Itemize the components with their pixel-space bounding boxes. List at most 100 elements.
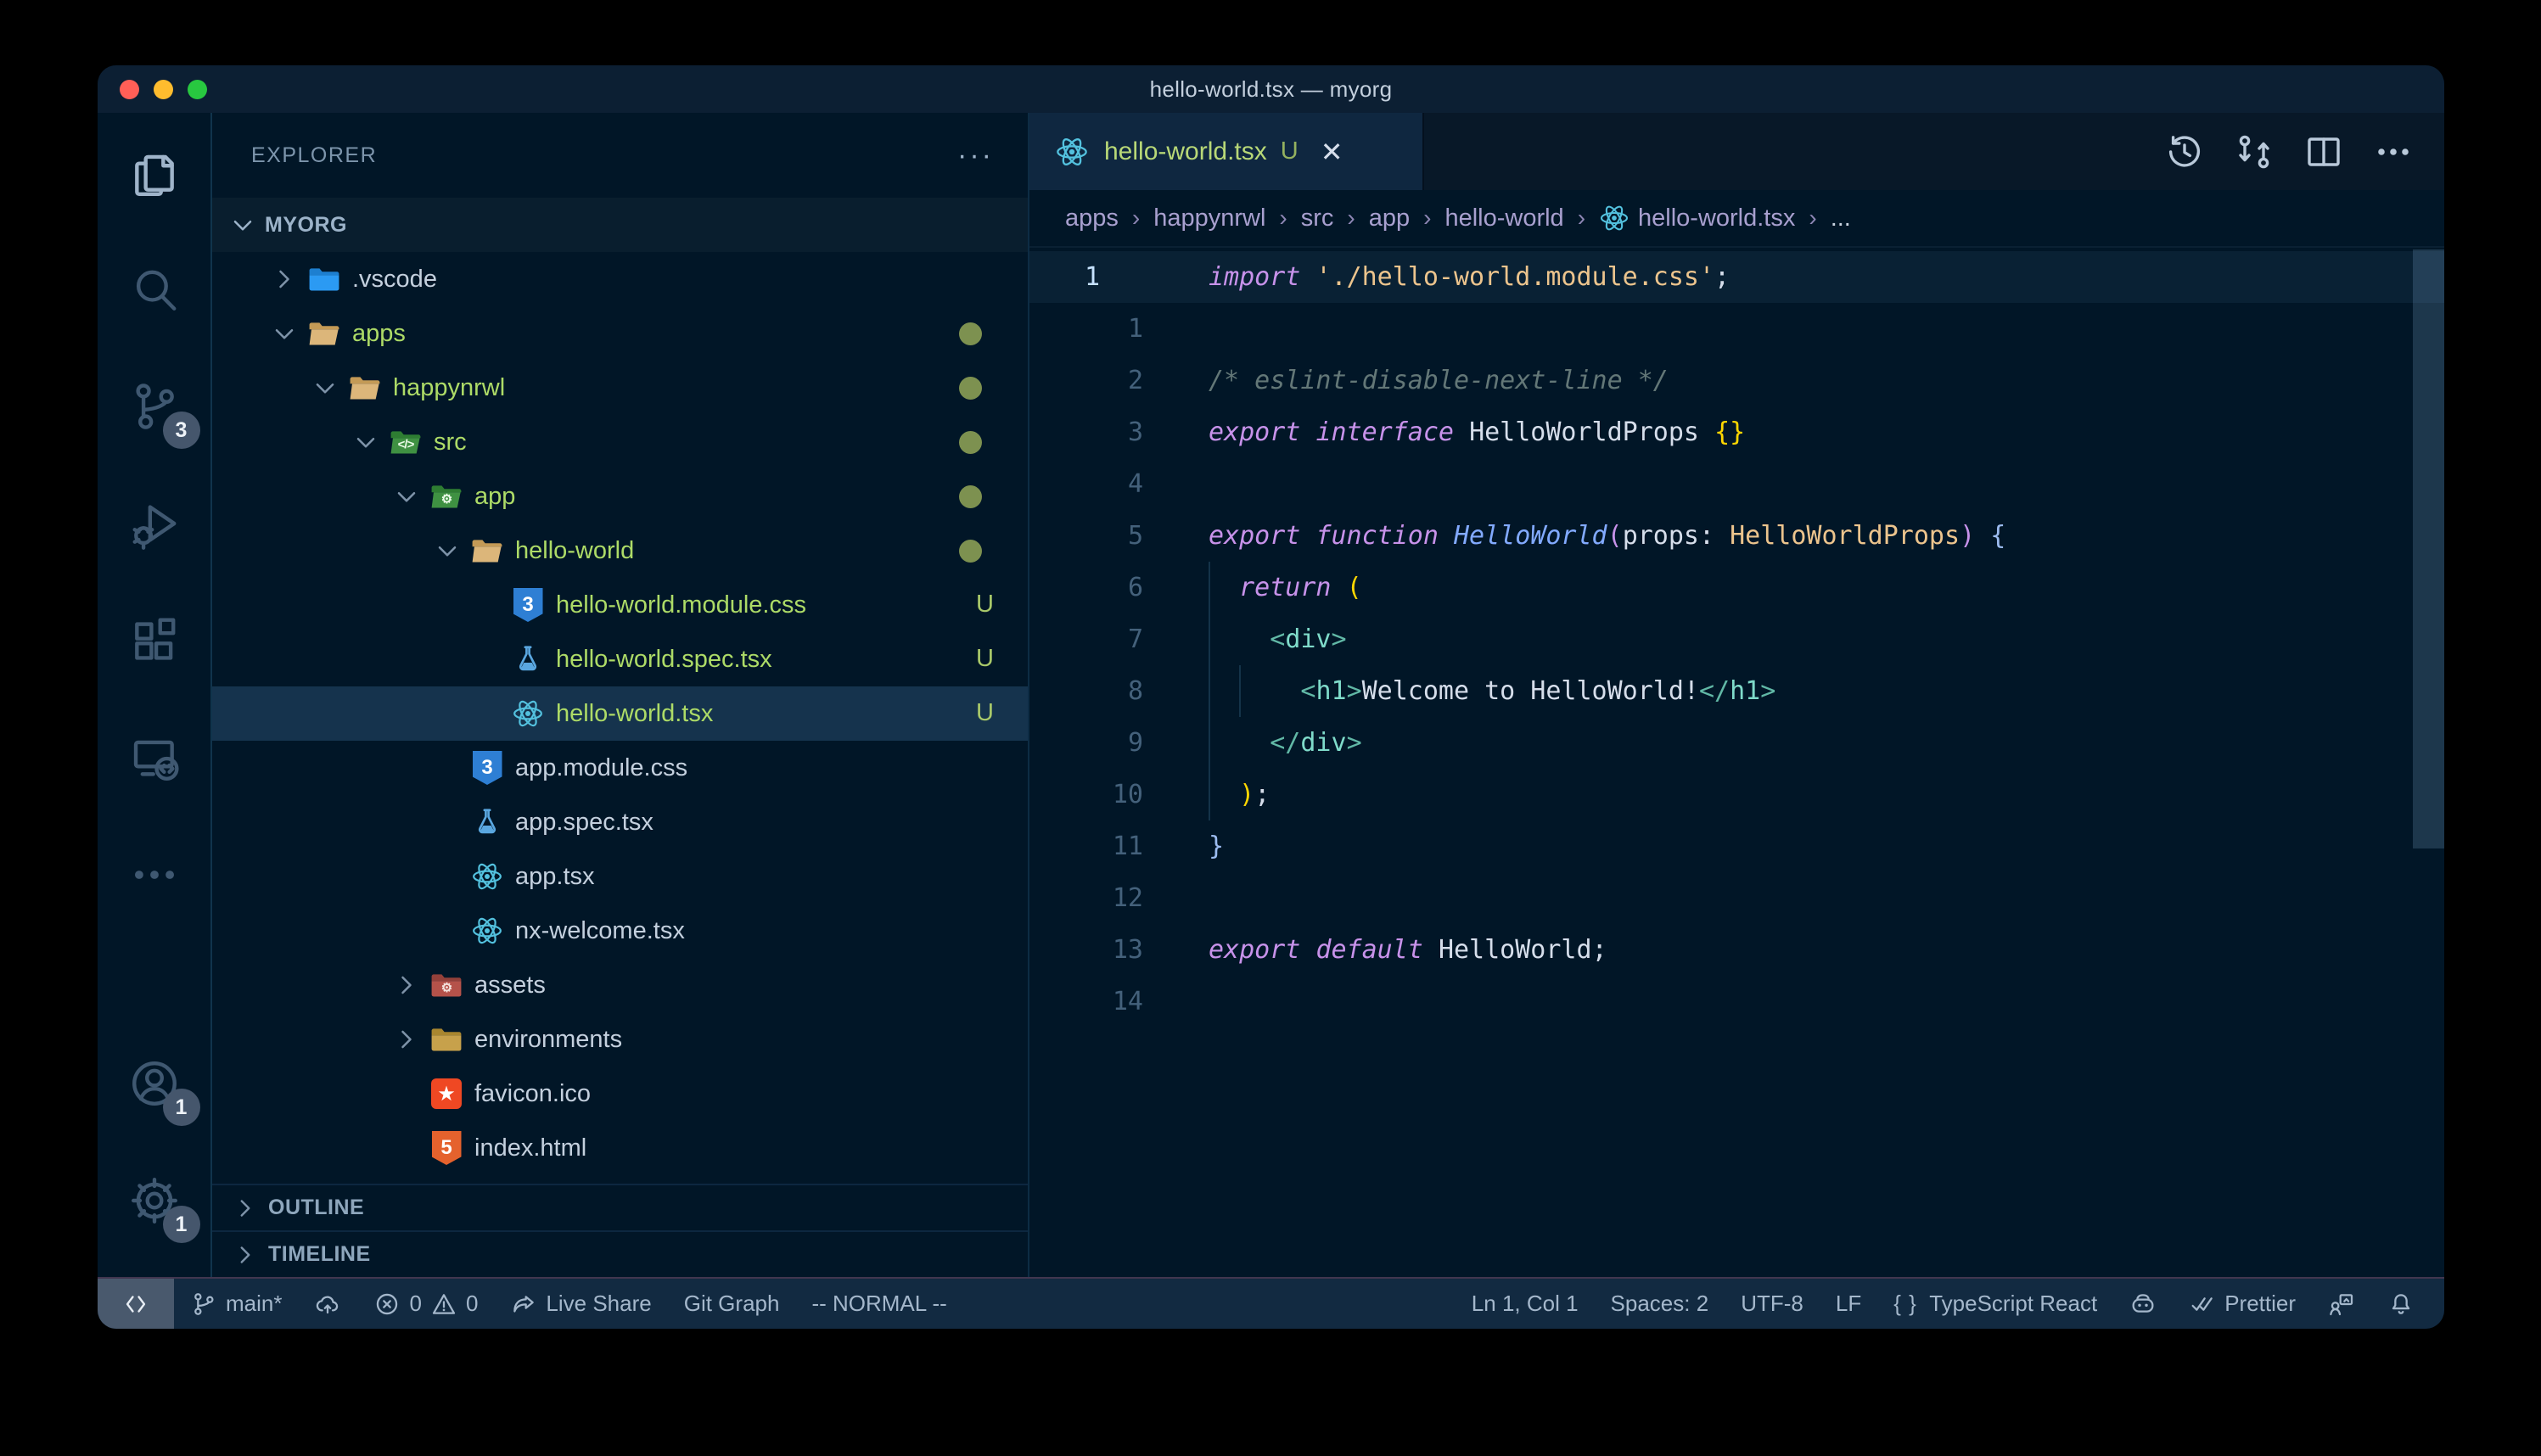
warning-icon xyxy=(430,1291,457,1318)
code-line[interactable]: 9 </div> xyxy=(1029,717,2444,769)
code-line[interactable]: 1import './hello-world.module.css'; xyxy=(1029,251,2444,303)
status-live-share[interactable]: Live Share xyxy=(494,1279,667,1329)
explorer-more-actions-icon[interactable]: ··· xyxy=(957,147,994,164)
chevron-right-icon xyxy=(391,970,422,1000)
code-text xyxy=(1143,872,2444,924)
activity-search-button[interactable] xyxy=(114,249,195,330)
chevron-down-icon xyxy=(432,535,463,566)
code-editor[interactable]: 1import './hello-world.module.css';12/* … xyxy=(1029,248,2444,1277)
tab-hello-world-tsx[interactable]: hello-world.tsx U ✕ xyxy=(1029,113,1424,190)
code-line[interactable]: 12 xyxy=(1029,872,2444,924)
breadcrumb-item[interactable]: hello-world.tsx xyxy=(1599,203,1795,233)
status-language-mode[interactable]: { }TypeScript React xyxy=(1877,1279,2113,1329)
breadcrumb-item[interactable]: happynrwl xyxy=(1153,204,1265,232)
workspace-section-myorg[interactable]: MYORG xyxy=(212,198,1028,252)
status-formatter-prettier[interactable]: Prettier xyxy=(2173,1279,2312,1329)
tree-item-app-tsx[interactable]: app.tsx xyxy=(212,849,1028,904)
explorer-sidebar: EXPLORER ··· MYORG .vscode apps happynrw… xyxy=(212,113,1029,1277)
code-line[interactable]: 6 return ( xyxy=(1029,562,2444,613)
activity-extensions-button[interactable] xyxy=(114,600,195,681)
code-line[interactable]: 11} xyxy=(1029,820,2444,872)
activity-remote-explorer-button[interactable] xyxy=(114,717,195,798)
status-sync[interactable] xyxy=(298,1279,357,1329)
tree-item-environments[interactable]: environments xyxy=(212,1012,1028,1067)
chevron-right-icon xyxy=(231,1194,260,1223)
status-bar: main* 00Live ShareGit Graph-- NORMAL -- Ln… xyxy=(98,1277,2444,1329)
extensions-icon xyxy=(128,614,181,667)
tree-item-apps[interactable]: apps xyxy=(212,306,1028,361)
code-line[interactable]: 13export default HelloWorld; xyxy=(1029,924,2444,976)
tree-item-app-spec-tsx[interactable]: app.spec.tsx xyxy=(212,795,1028,849)
code-line[interactable]: 1 xyxy=(1029,303,2444,355)
file-label: app xyxy=(474,483,515,511)
tree-item--vscode[interactable]: .vscode xyxy=(212,252,1028,306)
chevron-down-icon xyxy=(269,318,300,349)
tree-item-hello-world-tsx[interactable]: hello-world.tsxU xyxy=(212,686,1028,741)
tree-item-index-html[interactable]: 5index.html xyxy=(212,1121,1028,1175)
tree-item-hello-world[interactable]: hello-world xyxy=(212,524,1028,578)
status-problems[interactable]: 00 xyxy=(357,1279,494,1329)
breadcrumb-item[interactable]: app xyxy=(1369,204,1410,232)
status-git-graph[interactable]: Git Graph xyxy=(668,1279,796,1329)
folder-vscode-icon xyxy=(308,263,340,295)
split-icon xyxy=(2303,161,2344,176)
git-modified-dot xyxy=(959,540,982,563)
file-label: hello-world.module.css xyxy=(556,591,806,619)
status-encoding[interactable]: UTF-8 xyxy=(1725,1279,1820,1329)
status-eol[interactable]: LF xyxy=(1820,1279,1877,1329)
tree-item-assets[interactable]: ⚙assets xyxy=(212,958,1028,1012)
status-vim-mode[interactable]: -- NORMAL -- xyxy=(795,1279,962,1329)
more-actions-button[interactable] xyxy=(2373,132,2414,172)
react-icon xyxy=(512,697,544,730)
status-indentation[interactable]: Spaces: 2 xyxy=(1595,1279,1725,1329)
code-line[interactable]: 14 xyxy=(1029,976,2444,1028)
status-copilot[interactable] xyxy=(2113,1279,2173,1329)
tree-item-favicon-ico[interactable]: ★favicon.ico xyxy=(212,1067,1028,1121)
section-timeline[interactable]: TIMELINE xyxy=(212,1230,1028,1277)
code-line[interactable]: 7 <div> xyxy=(1029,613,2444,665)
code-line[interactable]: 5export function HelloWorld(props: Hello… xyxy=(1029,510,2444,562)
tree-item-src[interactable]: </>src xyxy=(212,415,1028,469)
code-text: <h1>Welcome to HelloWorld!</h1> xyxy=(1143,665,2444,717)
compare-changes-button[interactable] xyxy=(2234,132,2275,172)
code-line[interactable]: 10 ); xyxy=(1029,769,2444,820)
copilot-icon xyxy=(2129,1291,2157,1318)
activity-explorer-button[interactable] xyxy=(114,132,195,213)
workspace-name: MYORG xyxy=(265,213,347,238)
tree-item-hello-world-module-css[interactable]: 3hello-world.module.cssU xyxy=(212,578,1028,632)
status-notifications[interactable] xyxy=(2371,1279,2431,1329)
code-line[interactable]: 2/* eslint-disable-next-line */ xyxy=(1029,355,2444,406)
git-untracked-badge: U xyxy=(976,591,994,619)
activity-accounts-button[interactable]: 1 xyxy=(114,1043,195,1124)
activity-run-debug-button[interactable] xyxy=(114,483,195,564)
breadcrumb-item[interactable]: hello-world xyxy=(1444,204,1563,232)
titlebar[interactable]: hello-world.tsx — myorg xyxy=(98,65,2444,113)
tree-item-nx-welcome-tsx[interactable]: nx-welcome.tsx xyxy=(212,904,1028,958)
status-feedback[interactable] xyxy=(2312,1279,2371,1329)
code-line[interactable]: 8 <h1>Welcome to HelloWorld!</h1> xyxy=(1029,665,2444,717)
close-tab-icon[interactable]: ✕ xyxy=(1321,136,1343,168)
code-text: return ( xyxy=(1143,562,2444,613)
breadcrumb-item[interactable]: src xyxy=(1301,204,1334,232)
react-icon xyxy=(471,915,503,947)
status-git-branch[interactable]: main* xyxy=(174,1279,298,1329)
status-cursor-position[interactable]: Ln 1, Col 1 xyxy=(1456,1279,1595,1329)
tree-item-hello-world-spec-tsx[interactable]: hello-world.spec.tsxU xyxy=(212,632,1028,686)
tree-item-happynrwl[interactable]: happynrwl xyxy=(212,361,1028,415)
code-line[interactable]: 4 xyxy=(1029,458,2444,510)
section-outline[interactable]: OUTLINE xyxy=(212,1184,1028,1230)
activity-more-views-button[interactable] xyxy=(114,834,195,916)
activity-settings-button[interactable]: 1 xyxy=(114,1160,195,1241)
remote-indicator[interactable] xyxy=(98,1279,174,1329)
tree-item-app-module-css[interactable]: 3app.module.css xyxy=(212,741,1028,795)
badge: 1 xyxy=(163,1206,200,1243)
file-label: favicon.ico xyxy=(474,1080,591,1108)
activity-source-control-button[interactable]: 3 xyxy=(114,366,195,447)
split-editor-button[interactable] xyxy=(2303,132,2344,172)
open-timeline-button[interactable] xyxy=(2164,132,2205,172)
tree-item-app[interactable]: ⚙app xyxy=(212,469,1028,524)
breadcrumb-item[interactable]: ... xyxy=(1831,204,1851,232)
code-line[interactable]: 3export interface HelloWorldProps {} xyxy=(1029,406,2444,458)
test-icon xyxy=(512,643,544,675)
breadcrumb-item[interactable]: apps xyxy=(1065,204,1119,232)
